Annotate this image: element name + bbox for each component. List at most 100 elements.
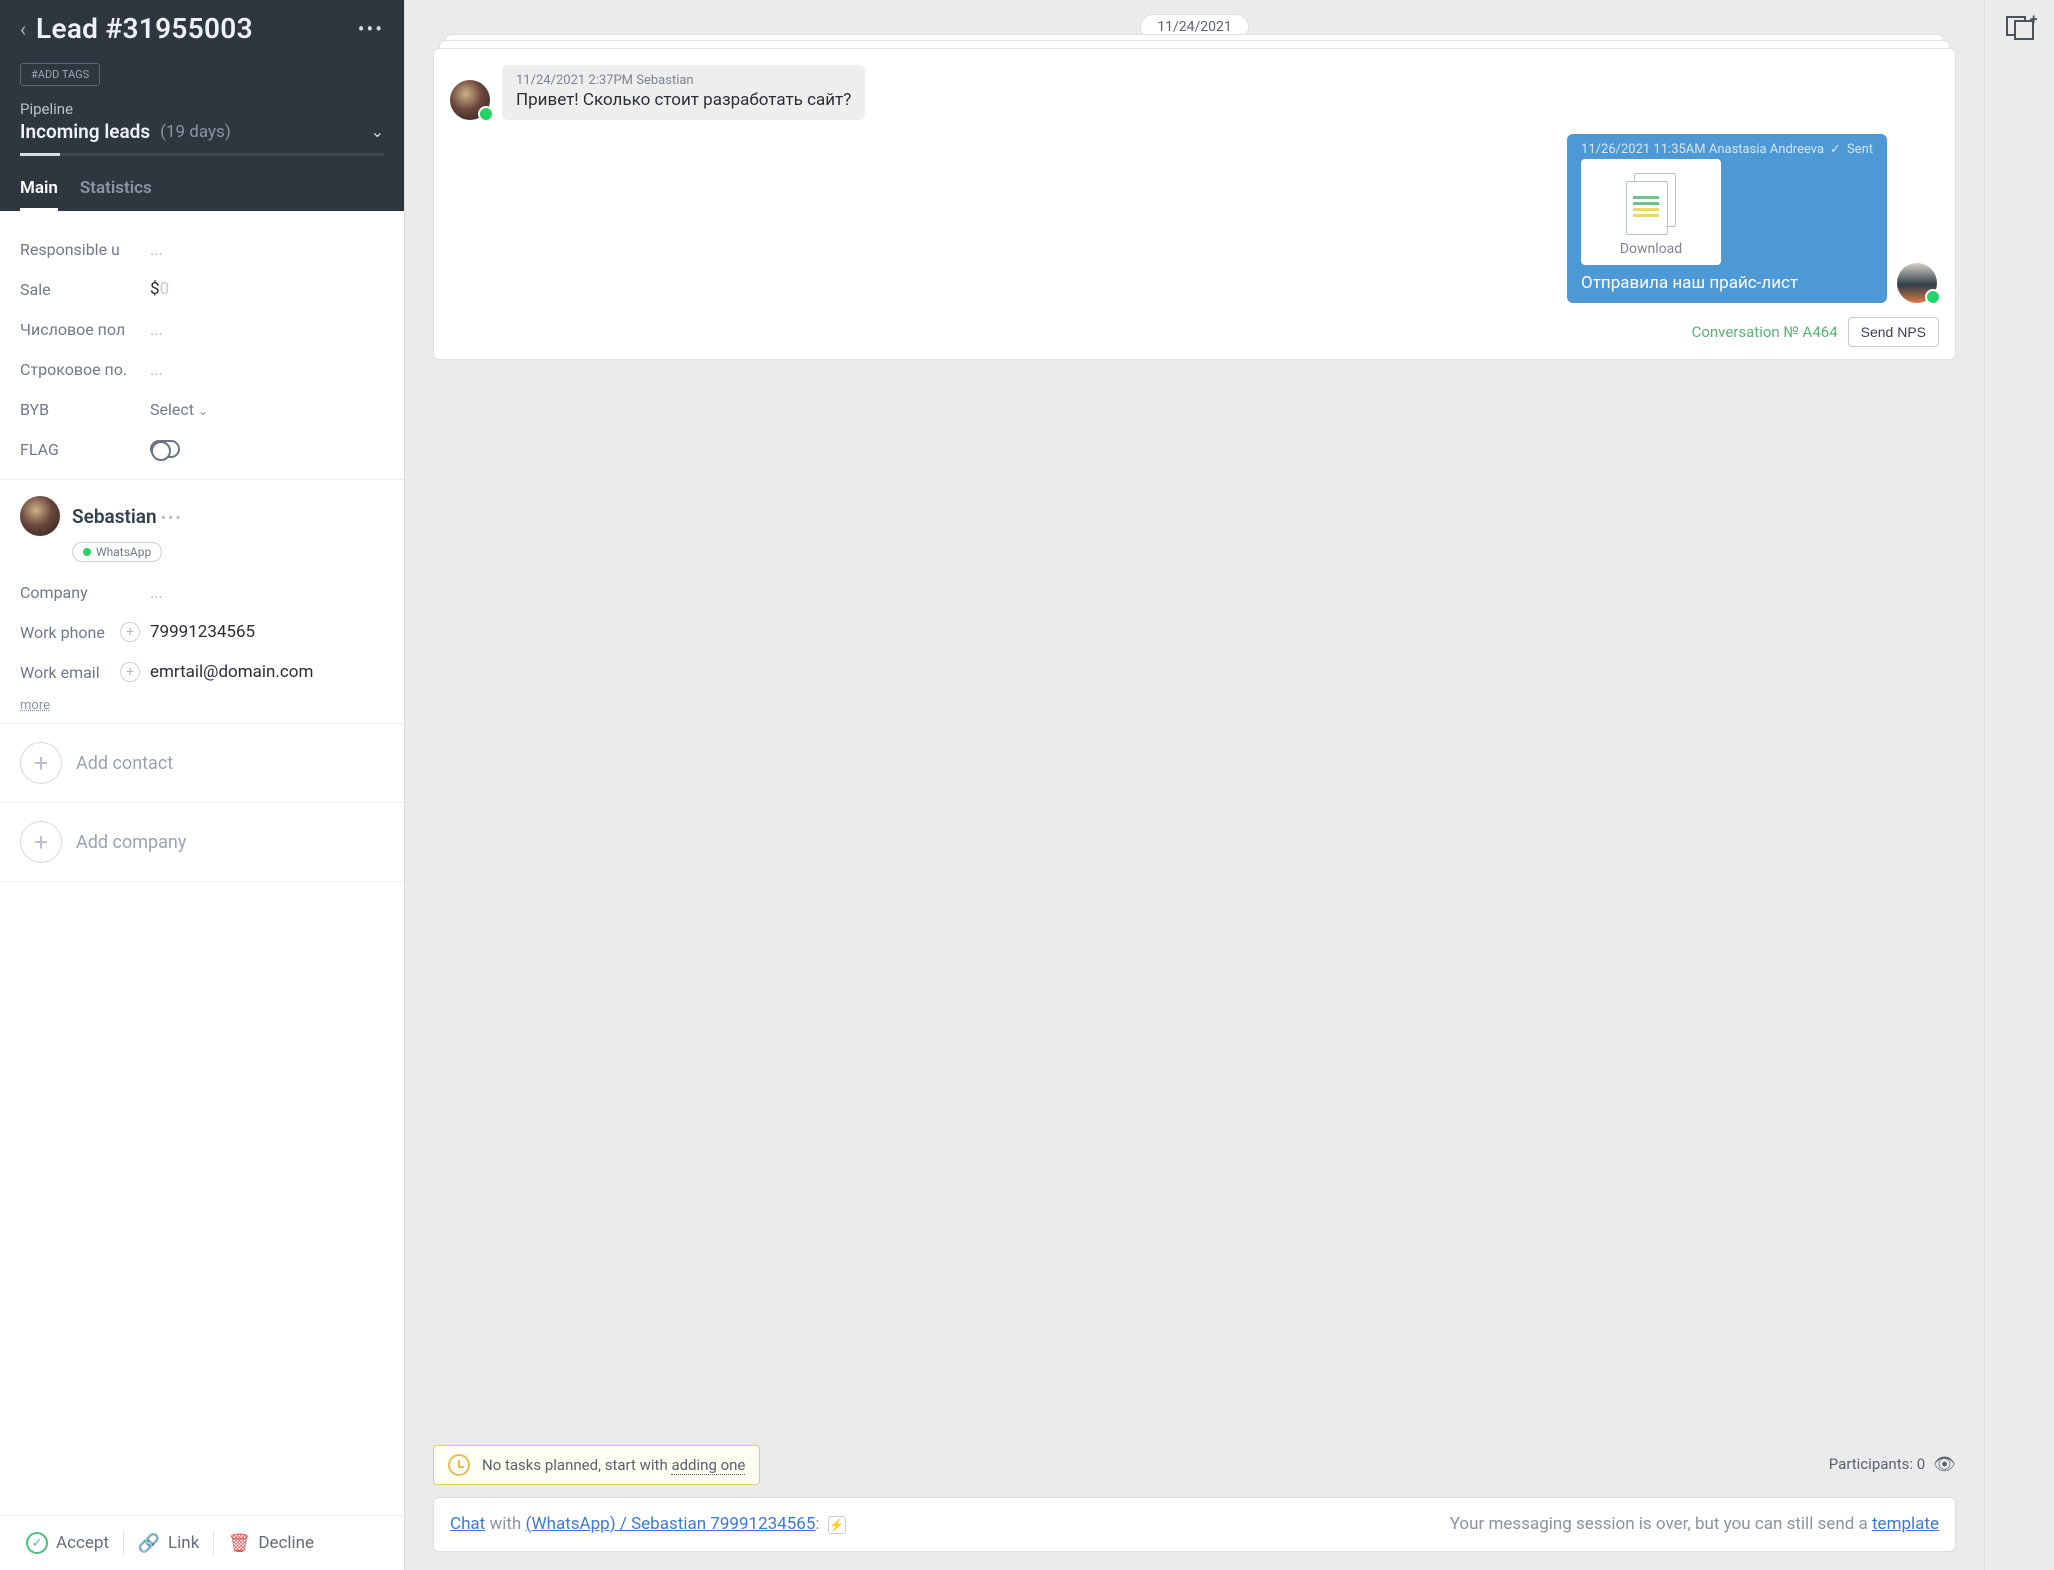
whatsapp-label: WhatsApp <box>96 545 151 559</box>
clock-icon <box>448 1454 470 1476</box>
download-label: Download <box>1620 241 1682 257</box>
contact-card: Sebastian ••• WhatsApp Company ... Work … <box>0 480 404 724</box>
contact-more-link[interactable]: more <box>20 698 50 713</box>
conversation-id[interactable]: Conversation № A464 <box>1692 323 1838 341</box>
tab-statistics[interactable]: Statistics <box>80 178 152 211</box>
conversation-panel: 11/24/2021 11/24/2021 2:37PM Sebastian П… <box>405 0 1984 1570</box>
whatsapp-icon <box>478 106 494 122</box>
conversation-footer: Conversation № A464 Send NPS <box>450 317 1939 347</box>
add-email-icon[interactable]: + <box>120 662 140 682</box>
field-label-numeric: Числовое пол <box>20 320 150 339</box>
divider <box>213 1530 214 1556</box>
custom-fields: Responsible u ... Sale $0 Числовое пол .… <box>0 211 404 480</box>
eye-icon: 👁 <box>1933 1454 1956 1475</box>
company-label: Company <box>20 583 120 602</box>
field-value-string[interactable]: ... <box>150 360 163 379</box>
add-contact-label: Add contact <box>76 753 173 774</box>
add-contact-button[interactable]: + Add contact <box>0 724 404 803</box>
message-status: Sent <box>1847 142 1873 157</box>
lead-footer-actions: ✓ Accept 🔗 Link 🗑 Decline <box>0 1515 404 1570</box>
decline-label: Decline <box>258 1533 314 1553</box>
message-meta: 11/26/2021 11:35AM Anastasia Andreeva ✓ … <box>1581 142 1873 157</box>
sale-amount: 0 <box>160 279 170 299</box>
send-nps-button[interactable]: Send NPS <box>1848 317 1939 347</box>
link-label: Link <box>168 1533 199 1553</box>
message-meta-text: 11/26/2021 11:35AM Anastasia Andreeva <box>1581 142 1824 157</box>
conversation-card: 11/24/2021 2:37PM Sebastian Привет! Скол… <box>433 48 1956 360</box>
template-link[interactable]: template <box>1872 1514 1939 1534</box>
message-meta: 11/24/2021 2:37PM Sebastian <box>516 73 851 88</box>
contact-name[interactable]: Sebastian <box>72 505 157 528</box>
email-value[interactable]: emrtail@domain.com <box>150 662 313 682</box>
reply-with: with <box>485 1514 525 1534</box>
lead-title: Lead #31955003 <box>36 12 348 45</box>
feed-footer: No tasks planned, start with adding one … <box>405 1435 1984 1570</box>
pipeline-days: (19 days) <box>160 122 231 142</box>
message-bubble: 11/24/2021 2:37PM Sebastian Привет! Скол… <box>502 65 865 120</box>
add-phone-icon[interactable]: + <box>120 622 140 642</box>
pipeline-selector[interactable]: Incoming leads (19 days) ⌄ <box>20 120 384 143</box>
message-bubble: 11/26/2021 11:35AM Anastasia Andreeva ✓ … <box>1567 134 1887 303</box>
decline-button[interactable]: 🗑 Decline <box>216 1532 326 1554</box>
tab-main[interactable]: Main <box>20 178 58 211</box>
participants-label: Participants: <box>1829 1455 1917 1473</box>
field-value-byb[interactable]: Select ⌄ <box>150 400 208 419</box>
participants-count: 0 <box>1917 1455 1925 1473</box>
participants[interactable]: Participants: 0 👁 <box>1829 1454 1956 1475</box>
field-label-string: Строковое по. <box>20 360 150 379</box>
message-text: Отправила наш прайс-лист <box>1581 273 1873 293</box>
add-tags-button[interactable]: #ADD TAGS <box>20 63 100 86</box>
phone-value[interactable]: 79991234565 <box>150 622 255 642</box>
message-avatar-wrap <box>1897 134 1939 303</box>
message-outgoing: 11/26/2021 11:35AM Anastasia Andreeva ✓ … <box>450 134 1939 303</box>
field-label-flag: FLAG <box>20 440 150 459</box>
trash-icon: 🗑 <box>228 1532 250 1554</box>
message-incoming: 11/24/2021 2:37PM Sebastian Привет! Скол… <box>450 65 1939 120</box>
byb-select-text: Select <box>150 400 194 419</box>
flag-toggle[interactable] <box>150 440 180 458</box>
field-value-responsible[interactable]: ... <box>150 240 163 259</box>
file-attachment[interactable]: Download <box>1581 159 1721 265</box>
contact-more-icon[interactable]: ••• <box>161 508 183 527</box>
chat-link[interactable]: Chat <box>450 1514 485 1534</box>
tasks-text: No tasks planned, start with <box>482 1456 671 1474</box>
right-toolbar: + <box>1984 0 2054 1570</box>
chat-target-link[interactable]: (WhatsApp) / Sebastian 79991234565 <box>526 1514 816 1534</box>
reply-composer[interactable]: Chat with (WhatsApp) / Sebastian 7999123… <box>433 1497 1956 1553</box>
new-note-icon[interactable]: + <box>2006 16 2034 40</box>
contact-avatar[interactable] <box>20 496 60 536</box>
company-value[interactable]: ... <box>150 583 163 602</box>
whatsapp-icon <box>83 548 91 556</box>
accept-button[interactable]: ✓ Accept <box>14 1532 121 1554</box>
message-avatar-wrap <box>450 65 492 120</box>
lead-more-icon[interactable]: ••• <box>358 17 384 41</box>
phone-label: Work phone <box>20 623 120 642</box>
pipeline-progress <box>20 153 384 156</box>
check-circle-icon: ✓ <box>26 1532 48 1554</box>
divider <box>123 1530 124 1556</box>
link-button[interactable]: 🔗 Link <box>126 1532 211 1554</box>
reply-tail: Your messaging session is over, but you … <box>1450 1514 1872 1534</box>
message-text: Привет! Сколько стоит разработать сайт? <box>516 90 851 110</box>
chevron-down-icon: ⌄ <box>371 122 384 141</box>
no-tasks-banner: No tasks planned, start with adding one <box>433 1445 760 1485</box>
add-company-label: Add company <box>76 832 186 853</box>
field-value-numeric[interactable]: ... <box>150 320 163 339</box>
document-icon <box>1626 173 1676 233</box>
plus-icon: + <box>20 742 62 784</box>
field-label-responsible: Responsible u <box>20 240 150 259</box>
pipeline-stage: Incoming leads <box>20 120 150 143</box>
link-icon: 🔗 <box>138 1532 160 1554</box>
accept-label: Accept <box>56 1533 109 1553</box>
add-task-link[interactable]: adding one <box>671 1456 745 1475</box>
lead-header: ‹ Lead #31955003 ••• #ADD TAGS Pipeline … <box>0 0 404 211</box>
add-company-button[interactable]: + Add company <box>0 803 404 882</box>
field-value-sale[interactable]: $0 <box>150 279 169 299</box>
back-icon[interactable]: ‹ <box>20 17 26 41</box>
field-label-sale: Sale <box>20 280 150 299</box>
whatsapp-badge[interactable]: WhatsApp <box>72 542 162 562</box>
pipeline-label: Pipeline <box>20 100 384 118</box>
sale-currency: $ <box>150 279 160 299</box>
chevron-down-icon: ⌄ <box>198 404 208 418</box>
bolt-icon[interactable]: ⚡ <box>828 1516 846 1534</box>
